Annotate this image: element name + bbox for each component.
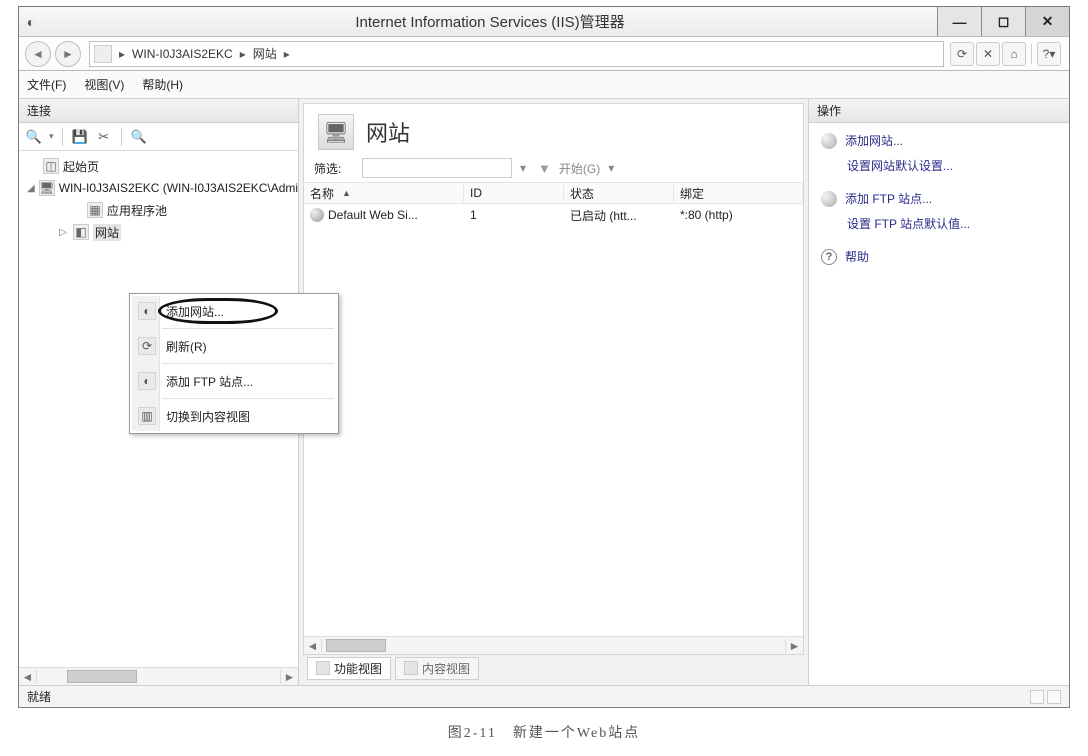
go-button[interactable]: 开始(G) bbox=[559, 160, 600, 177]
app-pools-icon: ▦ bbox=[87, 202, 103, 218]
menu-file[interactable]: 文件(F) bbox=[27, 76, 66, 93]
save-icon[interactable]: 💾 bbox=[71, 128, 89, 146]
globe-icon bbox=[821, 191, 837, 207]
connections-header: 连接 bbox=[19, 99, 298, 123]
globe-icon: ◐ bbox=[138, 302, 156, 320]
filter-row: 筛选: ▾ ▼ 开始(G) ▾ bbox=[304, 154, 803, 182]
breadcrumb-icon bbox=[94, 45, 112, 63]
sites-feature-icon: 🖥 bbox=[318, 114, 354, 150]
go-dropdown-icon[interactable]: ▾ bbox=[608, 161, 618, 175]
refresh-tree-icon[interactable]: 🔍 bbox=[130, 128, 148, 146]
maximize-button[interactable]: ◻ bbox=[981, 7, 1025, 36]
breadcrumb[interactable]: ▸ WIN-I0J3AIS2EKC ▸ 网站 ▸ bbox=[89, 41, 944, 67]
view-tabs: 功能视图 内容视图 bbox=[303, 655, 804, 681]
refresh-icon: ⟳ bbox=[138, 337, 156, 355]
col-status[interactable]: 状态 bbox=[564, 185, 674, 202]
status-indicator-icon bbox=[1030, 690, 1044, 704]
system-menu-icon[interactable]: ◐ bbox=[19, 14, 43, 30]
filter-label: 筛选: bbox=[314, 160, 354, 177]
filter-dropdown-icon[interactable]: ▾ bbox=[520, 161, 530, 175]
globe-icon bbox=[821, 133, 837, 149]
expander-icon[interactable]: ◢ bbox=[27, 183, 35, 194]
window-title: Internet Information Services (IIS)管理器 bbox=[43, 11, 937, 32]
actions-pane: 操作 添加网站... 设置网站默认设置... 添加 FTP 站点... 设置 F… bbox=[809, 99, 1069, 685]
breadcrumb-separator: ▸ bbox=[237, 47, 249, 61]
tab-features-view[interactable]: 功能视图 bbox=[307, 657, 391, 680]
menu-view[interactable]: 视图(V) bbox=[84, 76, 124, 93]
breadcrumb-server[interactable]: WIN-I0J3AIS2EKC bbox=[128, 47, 237, 61]
site-row[interactable]: Default Web Si... 1 已启动 (htt... *:80 (ht… bbox=[304, 204, 803, 226]
col-id[interactable]: ID bbox=[464, 186, 564, 200]
action-set-website-defaults[interactable]: 设置网站默认设置... bbox=[819, 154, 1059, 177]
menu-help[interactable]: 帮助(H) bbox=[142, 76, 183, 93]
grid-body: Default Web Si... 1 已启动 (htt... *:80 (ht… bbox=[304, 204, 803, 636]
tab-content-view[interactable]: 内容视图 bbox=[395, 657, 479, 680]
help-icon: ? bbox=[821, 249, 837, 265]
page-title: 网站 bbox=[366, 116, 410, 148]
grid-header: 名称▲ ID 状态 绑定 bbox=[304, 182, 803, 204]
filter-input[interactable] bbox=[362, 158, 512, 178]
grid-h-scrollbar[interactable]: ◄ ► bbox=[304, 636, 803, 654]
action-set-ftp-defaults[interactable]: 设置 FTP 站点默认值... bbox=[819, 212, 1059, 235]
expander-icon[interactable]: ▷ bbox=[57, 227, 69, 238]
ctx-add-ftp-site[interactable]: ◐ 添加 FTP 站点... bbox=[132, 366, 336, 396]
features-view-icon bbox=[316, 661, 330, 675]
breadcrumb-separator: ▸ bbox=[116, 47, 128, 61]
action-add-website[interactable]: 添加网站... bbox=[819, 129, 1059, 152]
content-view-icon: ▥ bbox=[138, 407, 156, 425]
figure-caption: 图2-11 新建一个Web站点 bbox=[18, 708, 1070, 742]
titlebar: ◐ Internet Information Services (IIS)管理器… bbox=[19, 7, 1069, 37]
globe-icon: ◐ bbox=[138, 372, 156, 390]
ctx-switch-content-view[interactable]: ▥ 切换到内容视图 bbox=[132, 401, 336, 431]
status-text: 就绪 bbox=[27, 688, 51, 705]
status-bar: 就绪 bbox=[19, 685, 1069, 707]
refresh-icon[interactable]: ⟳ bbox=[950, 42, 974, 66]
tree-sites[interactable]: ▷ ◧ 网站 bbox=[23, 221, 298, 243]
home-icon[interactable]: ⌂ bbox=[1002, 42, 1026, 66]
breadcrumb-separator: ▸ bbox=[281, 47, 293, 61]
col-binding[interactable]: 绑定 bbox=[674, 185, 803, 202]
tree-h-scrollbar[interactable]: ◄ ► bbox=[19, 667, 298, 685]
tree-start-page[interactable]: ◫ 起始页 bbox=[23, 155, 298, 177]
connect-icon[interactable]: 🔍 bbox=[25, 128, 43, 146]
ctx-refresh[interactable]: ⟳ 刷新(R) bbox=[132, 331, 336, 361]
center-pane: 🖥 网站 筛选: ▾ ▼ 开始(G) ▾ 名称▲ ID 状态 绑定 bbox=[299, 99, 809, 685]
funnel-icon: ▼ bbox=[538, 161, 551, 176]
address-bar: ◄ ► ▸ WIN-I0J3AIS2EKC ▸ 网站 ▸ ⟳ ✕ ⌂ ?▾ bbox=[19, 37, 1069, 71]
actions-header: 操作 bbox=[809, 99, 1069, 123]
context-menu: ◐ 添加网站... ⟳ 刷新(R) ◐ 添加 FTP 站点... ▥ 切换到内容… bbox=[129, 293, 339, 434]
iis-manager-window: ◐ Internet Information Services (IIS)管理器… bbox=[18, 6, 1070, 708]
breadcrumb-sites[interactable]: 网站 bbox=[249, 45, 281, 62]
tree-app-pools[interactable]: ▦ 应用程序池 bbox=[23, 199, 298, 221]
close-button[interactable]: ✕ bbox=[1025, 7, 1069, 36]
status-indicator-icon bbox=[1047, 690, 1061, 704]
sites-folder-icon: ◧ bbox=[73, 224, 89, 240]
ctx-add-website[interactable]: ◐ 添加网站... bbox=[132, 296, 336, 326]
minimize-button[interactable]: — bbox=[937, 7, 981, 36]
action-help[interactable]: ?帮助 bbox=[819, 245, 1059, 268]
help-dropdown-icon[interactable]: ?▾ bbox=[1037, 42, 1061, 66]
back-button[interactable]: ◄ bbox=[25, 41, 51, 67]
content-view-icon bbox=[404, 661, 418, 675]
cut-icon[interactable]: ✂ bbox=[95, 128, 113, 146]
sort-asc-icon: ▲ bbox=[342, 188, 351, 198]
tree-server[interactable]: ◢ 🖥 WIN-I0J3AIS2EKC (WIN-I0J3AIS2EKC\Adm… bbox=[23, 177, 298, 199]
action-add-ftp-site[interactable]: 添加 FTP 站点... bbox=[819, 187, 1059, 210]
start-page-icon: ◫ bbox=[43, 158, 59, 174]
stop-icon[interactable]: ✕ bbox=[976, 42, 1000, 66]
menu-bar: 文件(F) 视图(V) 帮助(H) bbox=[19, 71, 1069, 99]
forward-button[interactable]: ► bbox=[55, 41, 81, 67]
connections-toolbar: 🔍▾ 💾 ✂ 🔍 bbox=[19, 123, 298, 151]
col-name[interactable]: 名称▲ bbox=[304, 185, 464, 202]
site-icon bbox=[310, 208, 324, 222]
server-icon: 🖥 bbox=[39, 180, 55, 196]
